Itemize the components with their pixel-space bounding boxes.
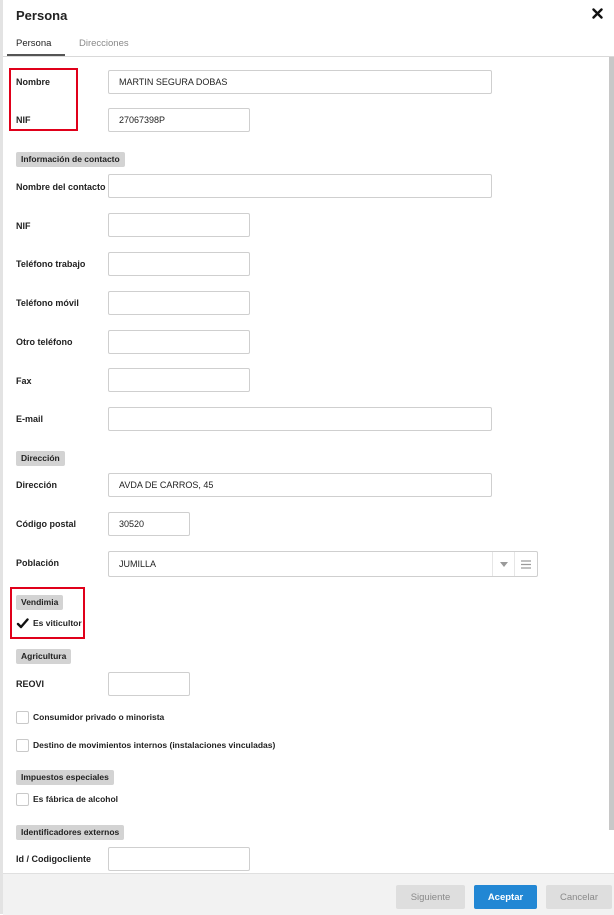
telefono-trabajo-input[interactable]: [108, 252, 250, 276]
telefono-movil-label: Teléfono móvil: [16, 298, 79, 308]
reovi-label: REOVI: [16, 679, 45, 689]
siguiente-button[interactable]: Siguiente: [396, 885, 465, 909]
fax-label: Fax: [16, 376, 32, 386]
fax-input[interactable]: [108, 368, 250, 392]
close-icon[interactable]: [588, 4, 606, 22]
poblacion-value: JUMILLA: [119, 559, 157, 569]
codigo-postal-label: Código postal: [16, 519, 76, 529]
dialog-footer: Siguiente Aceptar Cancelar: [3, 873, 614, 915]
section-agricultura: Agricultura: [16, 649, 72, 664]
list-icon[interactable]: [514, 552, 537, 576]
tab-direcciones[interactable]: Direcciones: [79, 38, 129, 49]
destino-label: Destino de movimientos internos (instala…: [33, 740, 276, 750]
vertical-scrollbar[interactable]: [609, 57, 614, 830]
tab-bar: Persona Direcciones: [3, 32, 614, 57]
codigo-cliente-input[interactable]: [108, 847, 250, 871]
active-tab-indicator: [7, 54, 65, 56]
aceptar-button[interactable]: Aceptar: [474, 885, 537, 909]
poblacion-combo[interactable]: JUMILLA: [108, 551, 538, 577]
direccion-input[interactable]: [108, 473, 492, 497]
direccion-label: Dirección: [16, 480, 58, 490]
highlight-box-nombre: [9, 68, 78, 131]
telefono-movil-input[interactable]: [108, 291, 250, 315]
section-direccion: Dirección: [16, 451, 65, 466]
section-impuestos: Impuestos especiales: [16, 770, 114, 785]
section-identificadores: Identificadores externos: [16, 825, 125, 840]
consumidor-checkbox[interactable]: [16, 711, 29, 724]
contacto-nif-label: NIF: [16, 221, 31, 231]
section-contacto: Información de contacto: [16, 152, 125, 167]
codigo-cliente-label: Id / Codigocliente: [16, 854, 92, 864]
persona-dialog: Persona Persona Direcciones Nombre NIF I…: [3, 0, 614, 915]
highlight-box-vendimia: [10, 587, 85, 639]
codigo-postal-input[interactable]: [108, 512, 190, 536]
email-input[interactable]: [108, 407, 492, 431]
form-content: Nombre NIF Información de contacto Nombr…: [3, 57, 614, 873]
chevron-down-icon[interactable]: [492, 552, 515, 576]
otro-telefono-input[interactable]: [108, 330, 250, 354]
fabrica-checkbox[interactable]: [16, 793, 29, 806]
nombre-input[interactable]: [108, 70, 492, 94]
tab-persona[interactable]: Persona: [16, 38, 51, 49]
nombre-contacto-input[interactable]: [108, 174, 492, 198]
fabrica-label: Es fábrica de alcohol: [33, 794, 119, 804]
telefono-trabajo-label: Teléfono trabajo: [16, 259, 86, 269]
poblacion-label: Población: [16, 558, 60, 568]
nif-input[interactable]: [108, 108, 250, 132]
otro-telefono-label: Otro teléfono: [16, 337, 73, 347]
email-label: E-mail: [16, 414, 44, 424]
dialog-title: Persona: [16, 8, 68, 23]
cancelar-button[interactable]: Cancelar: [546, 885, 612, 909]
contacto-nif-input[interactable]: [108, 213, 250, 237]
nombre-contacto-label: Nombre del contacto: [16, 182, 106, 192]
consumidor-label: Consumidor privado o minorista: [33, 712, 165, 722]
destino-checkbox[interactable]: [16, 739, 29, 752]
reovi-input[interactable]: [108, 672, 190, 696]
